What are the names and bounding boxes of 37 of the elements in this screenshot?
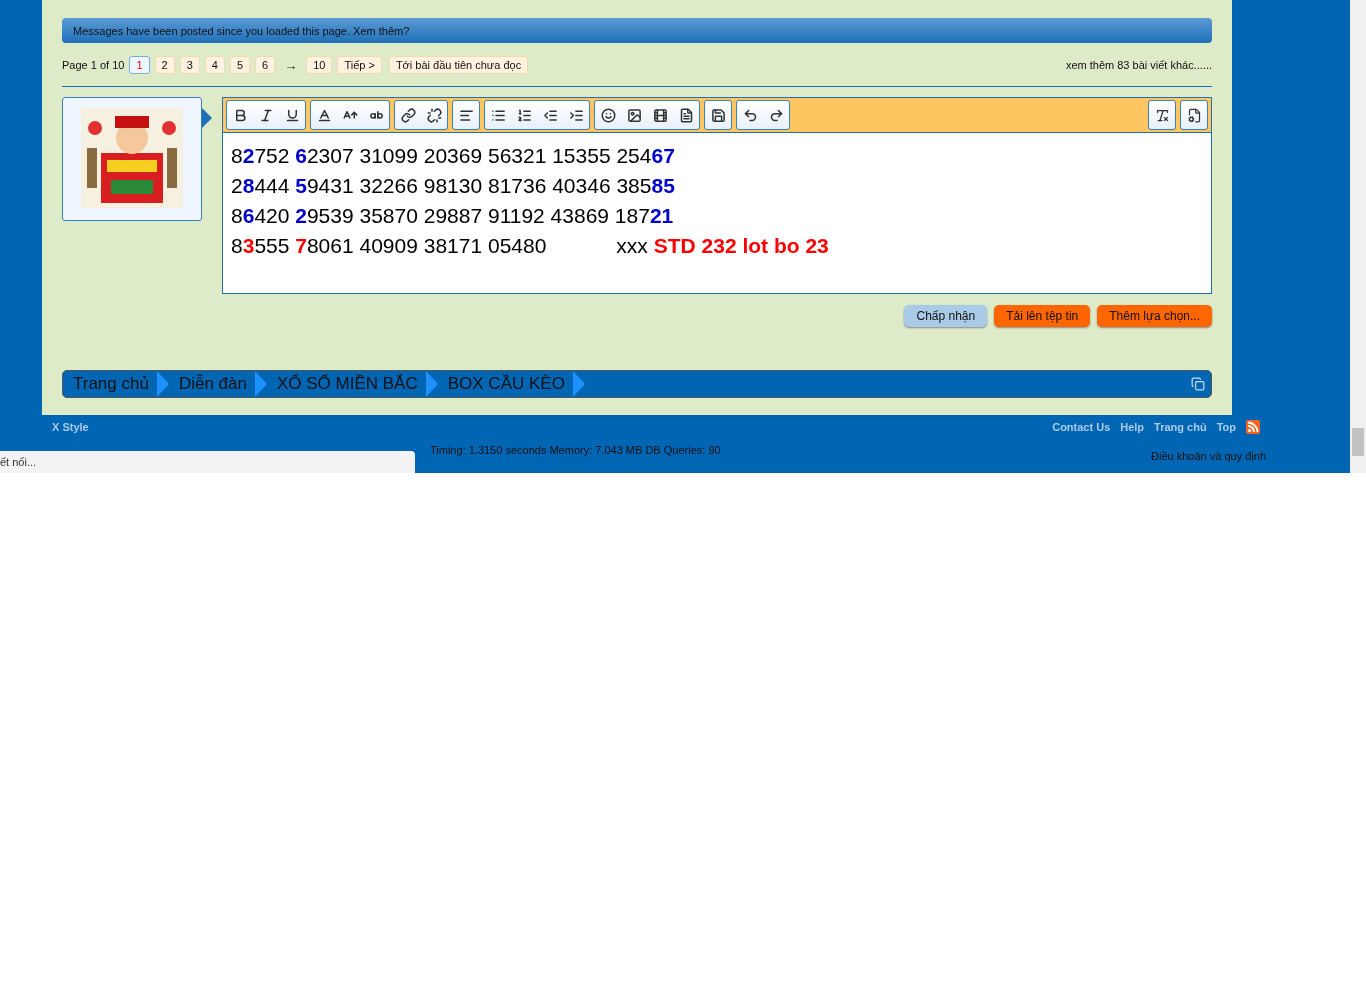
page-link[interactable]: 5: [229, 56, 250, 74]
action-button[interactable]: Tải lên tệp tin: [994, 305, 1091, 327]
footer-link[interactable]: Trang chủ: [1154, 421, 1207, 433]
style-link[interactable]: X Style: [52, 421, 89, 433]
chevron-icon: [156, 371, 169, 397]
timing-text: Timing: 1.3150 seconds Memory: 7.043 MB DB Queries: 90: [430, 443, 721, 456]
action-button[interactable]: Chấp nhận: [904, 305, 988, 327]
first-unread-link[interactable]: Tới bài đầu tiên chưa đọc: [388, 56, 529, 74]
page-link[interactable]: 2: [154, 56, 175, 74]
footer-link[interactable]: Contact Us: [1052, 421, 1111, 433]
message-line: 83555 78061 40909 38171 05480 xxx STD 232 lot bo 23: [231, 233, 830, 259]
pointer-icon: [202, 108, 212, 128]
scrollbar[interactable]: [1350, 0, 1366, 473]
action-button[interactable]: Thêm lựa chọn...: [1097, 305, 1212, 327]
message-line: 82752 62307 31099 20369 56321 15355 25467: [231, 143, 676, 169]
page-count: Page 1 of 10: [62, 59, 125, 71]
editor[interactable]: 82752 62307 31099 20369 56321 15355 25467 28444 59431 32266 98130 81736 40346 38585 86420 29539 35870 29887 91192 43869 18721 83555 78061 40909 38171 05480 xxx STD 232 lot bo 23: [222, 97, 1212, 294]
chevron-icon: [425, 371, 438, 397]
more-posts-link[interactable]: xem thêm 83 bài viết khác......: [1065, 59, 1212, 71]
restore-icon[interactable]: [1191, 377, 1205, 391]
chevron-icon: [255, 371, 267, 397]
page-link[interactable]: 1: [129, 56, 150, 74]
message-line: 86420 29539 35870 29887 91192 43869 18721: [231, 203, 675, 229]
message-line: 28444 59431 32266 98130 81736 40346 38585: [231, 173, 676, 199]
page-link[interactable]: 10: [306, 56, 333, 74]
next-page-link[interactable]: Tiếp >: [337, 56, 382, 74]
new-messages-notice[interactable]: Messages have been posted since you loaded this page. Xem thêm?: [62, 18, 1212, 43]
rss-icon[interactable]: [1246, 420, 1260, 434]
status-bar: ết nối...: [0, 451, 415, 473]
scrollbar-thumb[interactable]: [1352, 428, 1364, 456]
footer-link[interactable]: Top: [1216, 421, 1236, 433]
chevron-icon: [572, 371, 585, 397]
page-link[interactable]: 3: [179, 56, 200, 74]
ellipsis-arrow: →: [284, 57, 298, 73]
page-link[interactable]: 6: [255, 56, 276, 74]
page-link[interactable]: 4: [204, 56, 225, 74]
footer-link[interactable]: Help: [1120, 421, 1145, 433]
